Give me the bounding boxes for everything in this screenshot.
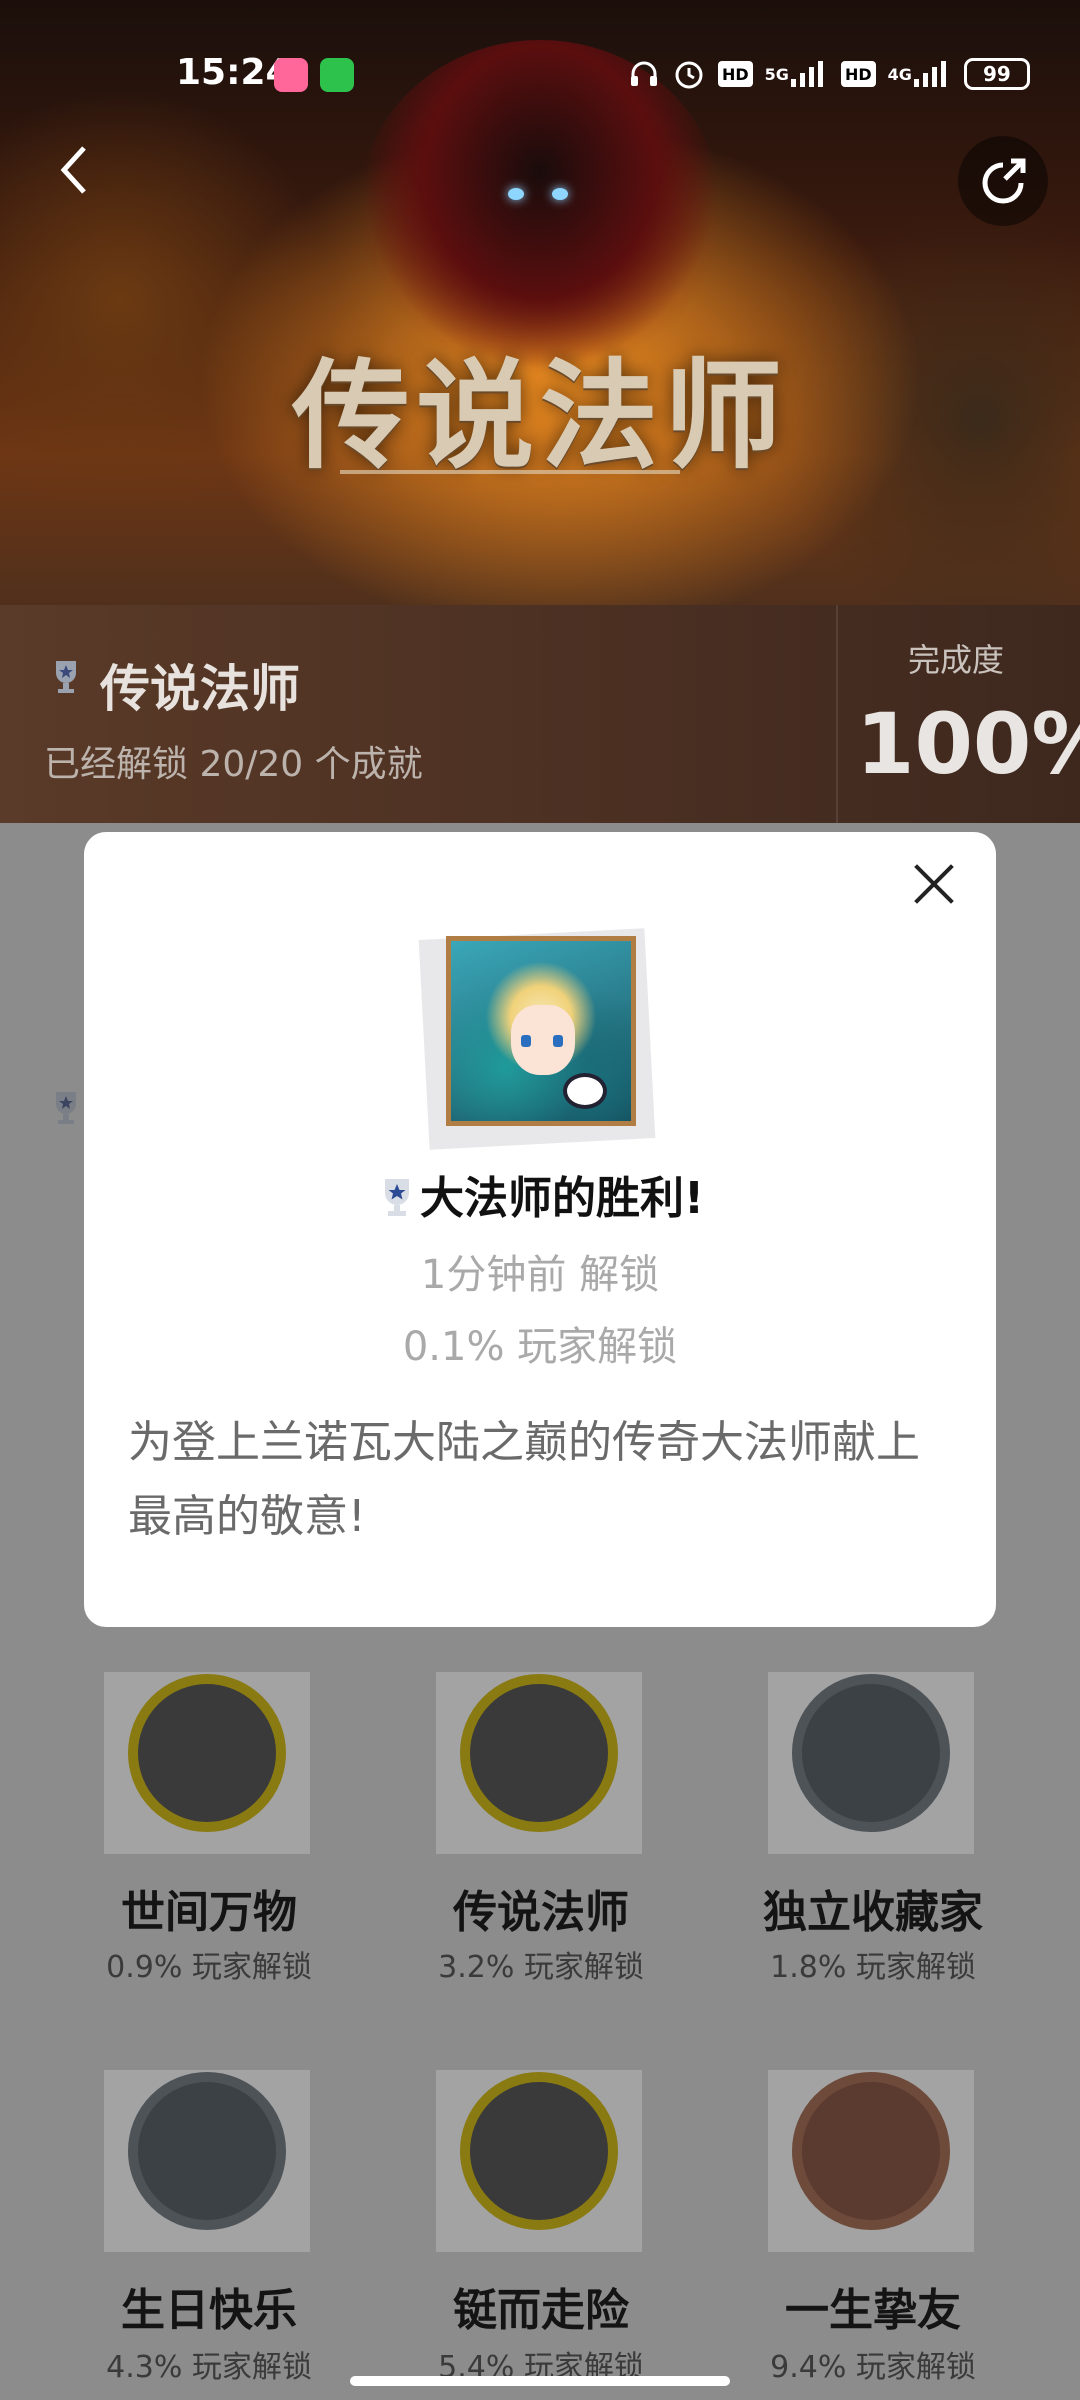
achievement-title: 铤而走险 xyxy=(453,2285,629,2336)
achievement-character-eye xyxy=(553,1035,563,1047)
achievement-title: 一生挚友 xyxy=(785,2285,961,2336)
battery-icon: 99 xyxy=(963,58,1030,90)
back-button[interactable] xyxy=(52,140,112,200)
completion-value: 100% xyxy=(856,695,1080,793)
game-summary-card: 传说法师 已经解锁 20/20 个成就 完成度 100% xyxy=(0,605,1080,823)
achievement-title: 独立收藏家 xyxy=(763,1887,983,1938)
alarm-icon xyxy=(672,56,706,92)
achievement-rate: 0.9% 玩家解锁 xyxy=(106,1950,312,1985)
achievement-title: 传说法师 xyxy=(453,1887,629,1938)
share-icon xyxy=(982,158,1026,204)
trophy-icon xyxy=(56,1092,76,1124)
status-icons: HD 5G HD 4G 99 xyxy=(628,56,1030,92)
achievement-title: 世间万物 xyxy=(121,1887,297,1938)
android-app-icon xyxy=(320,58,354,92)
battery-level: 99 xyxy=(982,62,1011,86)
achievement-title: 生日快乐 xyxy=(121,2285,297,2336)
achievement-title-row: 大法师的胜利! xyxy=(84,1162,996,1226)
trophy-icon xyxy=(384,1179,409,1216)
hooded-mage-medal-icon xyxy=(460,1674,618,1832)
chevron-left-icon xyxy=(60,146,86,194)
unlock-rate: 0.1% 玩家解锁 xyxy=(402,1324,678,1370)
rainbow-horse-medal-icon xyxy=(128,2072,286,2230)
achievement-title: 大法师的胜利! xyxy=(419,1173,705,1224)
achievement-rate: 9.4% 玩家解锁 xyxy=(770,2350,976,2385)
game-title: 传说法师 xyxy=(100,660,300,718)
signal-4g-icon: 4G xyxy=(888,56,952,92)
share-button[interactable] xyxy=(958,136,1048,226)
home-indicator[interactable] xyxy=(350,2376,730,2386)
close-button[interactable] xyxy=(906,856,962,912)
hero-logo-underline xyxy=(340,470,680,474)
hd-badge-1: HD xyxy=(718,61,753,87)
hd-badge-2: HD xyxy=(840,61,876,87)
achievement-rate: 3.2% 玩家解锁 xyxy=(438,1950,644,1985)
completion-label: 完成度 xyxy=(908,641,1005,679)
achievement-description: 为登上兰诺瓦大陆之巅的传奇大法师献上最高的敬意! xyxy=(128,1417,920,1542)
signal-5g-icon: 5G xyxy=(765,56,829,92)
network-4g-label: 4G xyxy=(887,64,912,84)
skull-mage-medal-icon xyxy=(460,2072,618,2230)
summary-divider xyxy=(836,605,838,823)
achievement-robot-companion xyxy=(563,1073,607,1109)
achievements-unlocked-count: 已经解锁 20/20 个成就 xyxy=(44,744,423,785)
hero-character-eyes xyxy=(500,188,580,208)
achievement-character-eye xyxy=(521,1035,531,1047)
chest-medal-icon xyxy=(128,1674,286,1832)
handshake-medal-icon xyxy=(792,2072,950,2230)
achievement-rate: 1.8% 玩家解锁 xyxy=(770,1950,976,1985)
collection-medal-icon xyxy=(792,1674,950,1832)
unlock-time: 1分钟前 解锁 xyxy=(420,1252,660,1298)
headphones-icon xyxy=(628,56,660,92)
achievement-detail-dialog: 大法师的胜利! 1分钟前 解锁 0.1% 玩家解锁 为登上兰诺瓦大陆之巅的传奇大… xyxy=(84,832,996,1627)
hero-game-logo: 传说法师 xyxy=(291,346,788,485)
network-5g-label: 5G xyxy=(764,64,789,84)
achievement-image xyxy=(446,936,636,1126)
trophy-icon xyxy=(56,661,76,693)
status-bar: 15:24 HD 5G HD 4G 99 xyxy=(0,40,1080,110)
bilibili-app-icon xyxy=(274,58,308,92)
achievement-rate: 4.3% 玩家解锁 xyxy=(106,2350,312,2385)
